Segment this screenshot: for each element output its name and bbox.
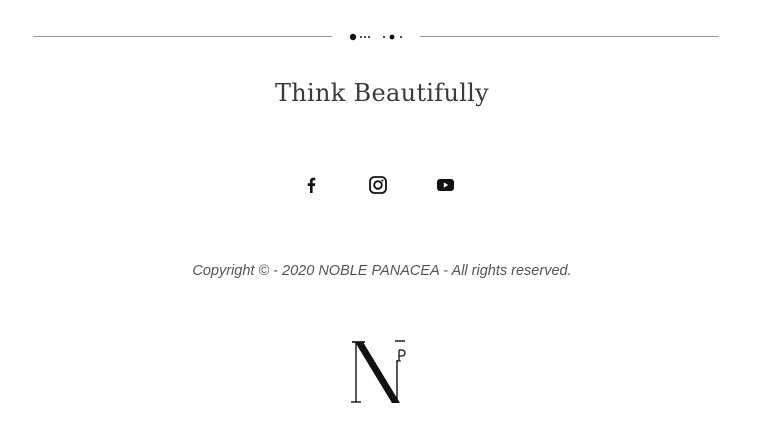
facebook-icon <box>307 177 316 193</box>
youtube-icon <box>436 179 454 191</box>
youtube-link[interactable] <box>433 173 457 197</box>
copyright-text: Copyright © - 2020 NOBLE PANACEA - All r… <box>192 263 572 279</box>
instagram-link[interactable] <box>366 173 390 197</box>
facebook-link[interactable] <box>299 173 323 197</box>
instagram-icon <box>369 176 387 194</box>
footer-tagline: Think Beautifully <box>274 79 490 107</box>
np-logo-icon <box>351 340 406 403</box>
divider-line-right <box>420 36 719 37</box>
divider-line-left <box>33 36 332 37</box>
ornamental-divider <box>0 25 764 49</box>
divider-ornament-icon <box>349 33 402 41</box>
